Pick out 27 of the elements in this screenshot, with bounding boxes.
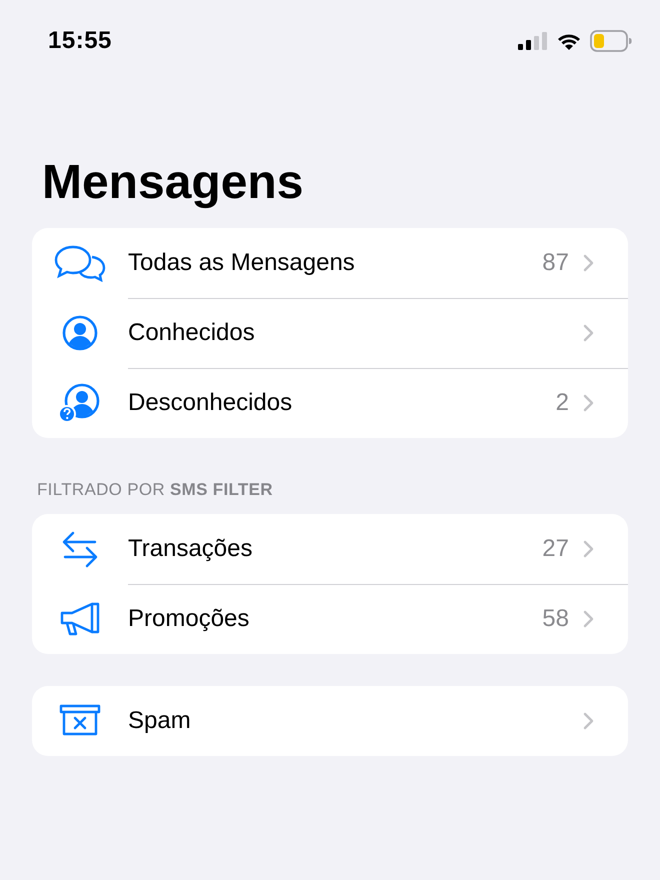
- section-header: FILTRADO POR SMS FILTER: [37, 480, 274, 500]
- item-count: 58: [542, 605, 569, 633]
- chevron-right-icon: [583, 394, 594, 412]
- chevron-right-icon: [583, 254, 594, 272]
- battery-icon: [590, 30, 632, 52]
- chevron-right-icon: [583, 610, 594, 628]
- chevron-right-icon: [583, 324, 594, 342]
- chevron-right-icon: [583, 712, 594, 730]
- swap-arrows-icon: [61, 529, 99, 569]
- megaphone-icon: [58, 601, 102, 637]
- junk-tray-icon: [59, 704, 101, 738]
- list-item-label[interactable]: Promoções: [128, 605, 542, 633]
- list-item-label[interactable]: Conhecidos: [128, 318, 583, 346]
- chat-bubbles-icon: [53, 244, 107, 282]
- item-count: 87: [542, 248, 569, 276]
- list-item-label[interactable]: Todas as Mensagens: [128, 248, 542, 276]
- list-item-label[interactable]: Transações: [128, 534, 542, 562]
- signal-icon: [518, 32, 548, 50]
- person-question-icon: [58, 383, 102, 423]
- status-time: 15:55: [48, 27, 112, 55]
- page-title: Mensagens: [41, 155, 304, 211]
- chevron-right-icon: [583, 540, 594, 558]
- person-circle-icon: [62, 315, 98, 351]
- item-count: 27: [542, 534, 569, 562]
- list-item-label[interactable]: Spam: [128, 707, 583, 735]
- item-count: 2: [556, 389, 569, 417]
- list-item-label[interactable]: Desconhecidos: [128, 389, 556, 417]
